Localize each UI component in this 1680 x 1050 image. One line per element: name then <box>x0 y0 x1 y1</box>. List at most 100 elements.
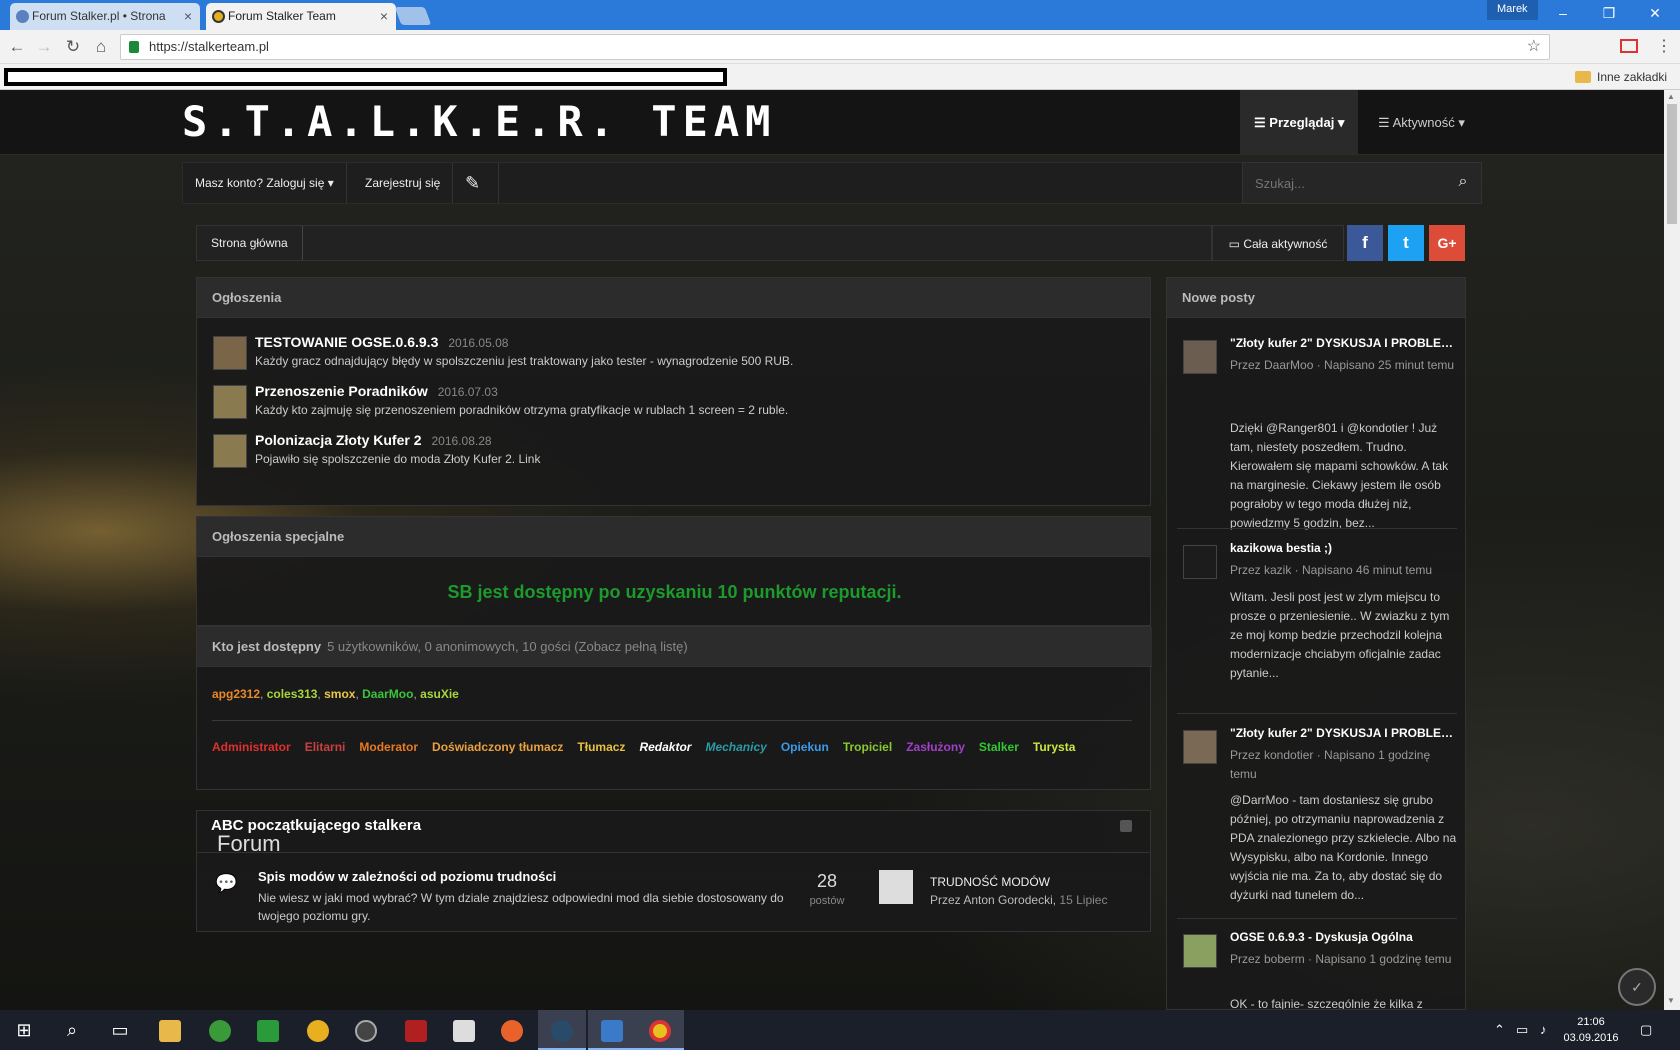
online-user-link[interactable]: apg2312 <box>212 687 260 701</box>
online-user-link[interactable]: asuXie <box>420 687 459 701</box>
tab-stalker-team[interactable]: Forum Stalker Team × <box>206 3 396 30</box>
url-text[interactable]: https://stalkerteam.pl <box>149 35 269 59</box>
group-legend-item: Tłumacz <box>577 740 626 754</box>
announcement-avatar[interactable] <box>213 385 247 419</box>
forum-name[interactable]: Spis modów w zależności od poziomu trudn… <box>258 869 556 884</box>
announcement-title-text: Polonizacja Złoty Kufer 2 <box>255 432 422 448</box>
bookmark-star-icon[interactable]: ☆ <box>1527 35 1541 59</box>
site-logo[interactable]: S.T.A.L.K.E.R. TEAM <box>182 98 776 146</box>
browser-menu-icon[interactable]: ⋮ <box>1656 36 1672 56</box>
redacted-bookmarks <box>4 68 727 86</box>
maximize-icon[interactable]: ❐ <box>1586 0 1632 26</box>
red-app-icon[interactable] <box>392 1010 440 1050</box>
nav-browse-label: Przeglądaj <box>1269 115 1335 130</box>
lock-icon <box>129 41 139 53</box>
chrome-icon[interactable] <box>636 1010 684 1050</box>
online-user-link[interactable]: coles313 <box>267 687 318 701</box>
video-editor-icon[interactable] <box>440 1010 488 1050</box>
online-user-list: apg2312, coles313, smox, DaarMoo, asuXie <box>212 687 459 701</box>
login-link[interactable]: Masz konto? Zaloguj się ▾ <box>183 163 347 203</box>
back-icon[interactable]: ← <box>6 36 28 58</box>
uplay-icon[interactable] <box>588 1010 636 1050</box>
post-meta: Przez kazik · Napisano 46 minut temu <box>1230 563 1433 577</box>
post-avatar[interactable] <box>1183 545 1217 579</box>
search-input[interactable] <box>1243 163 1443 203</box>
sixtyfour-app-icon[interactable] <box>244 1010 292 1050</box>
other-bookmarks-folder[interactable]: Inne zakładki <box>1575 68 1667 86</box>
announcement-title-text: TESTOWANIE OGSE.0.6.9.3 <box>255 334 439 350</box>
breadcrumb-home[interactable]: Strona główna <box>197 226 303 260</box>
yellow-app-icon[interactable] <box>294 1010 342 1050</box>
last-post-title[interactable]: TRUDNOŚĆ MODÓW <box>930 875 1050 889</box>
minimize-icon[interactable]: – <box>1540 0 1586 26</box>
scroll-down-icon[interactable]: ▼ <box>1667 996 1675 1005</box>
windows-start-icon[interactable]: ⊞ <box>0 1010 48 1050</box>
folder-label: Inne zakładki <box>1597 70 1668 84</box>
online-user-link[interactable]: smox <box>324 687 355 701</box>
group-legend-item: Doświadczony tłumacz <box>432 740 564 754</box>
category-collapse-icon[interactable] <box>1120 820 1132 832</box>
file-explorer-icon[interactable] <box>146 1010 194 1050</box>
twitter-share-button[interactable]: t <box>1388 225 1424 261</box>
post-title[interactable]: kazikowa bestia ;) <box>1230 541 1455 555</box>
google-plus-share-button[interactable]: G+ <box>1429 225 1465 261</box>
all-activity-button[interactable]: ▭ Cała aktywność <box>1212 225 1344 261</box>
post-avatar[interactable] <box>1183 934 1217 968</box>
task-view-icon[interactable]: ▭ <box>96 1010 144 1050</box>
orange-app-icon[interactable] <box>488 1010 536 1050</box>
home-icon[interactable]: ⌂ <box>90 36 112 58</box>
last-post-avatar[interactable] <box>879 870 913 904</box>
announcement-avatar[interactable] <box>213 434 247 468</box>
nav-activity[interactable]: ☰ Aktywność ▾ <box>1364 90 1479 155</box>
new-tab-button[interactable] <box>394 7 432 25</box>
announcement-avatar[interactable] <box>213 336 247 370</box>
facebook-share-button[interactable]: f <box>1347 225 1383 261</box>
forward-icon[interactable]: → <box>33 36 55 58</box>
tab-stalker-pl[interactable]: Forum Stalker.pl • Strona × <box>10 3 200 30</box>
post-avatar[interactable] <box>1183 340 1217 374</box>
scroll-up-icon[interactable]: ▲ <box>1667 92 1675 101</box>
search-icon[interactable]: ⌕ <box>1453 173 1473 193</box>
announcement-title[interactable]: Przenoszenie Poradników 2016.07.03 <box>255 383 498 399</box>
network-icon[interactable]: ▭ <box>1516 1010 1528 1050</box>
login-label: Masz konto? Zaloguj się <box>195 176 325 190</box>
close-icon[interactable]: ✕ <box>1632 0 1678 26</box>
tray-overflow-icon[interactable]: ⌃ <box>1494 1010 1505 1050</box>
announcement-title[interactable]: TESTOWANIE OGSE.0.6.9.3 2016.05.08 <box>255 334 508 350</box>
utorrent-icon[interactable] <box>196 1010 244 1050</box>
volume-icon[interactable]: ♪ <box>1540 1010 1547 1050</box>
gmail-extension-icon[interactable] <box>1620 39 1638 53</box>
address-bar[interactable]: https://stalkerteam.pl ☆ <box>120 34 1550 60</box>
chat-bubbles-icon: 💬 <box>215 873 238 893</box>
system-clock[interactable]: 21:06 03.09.2016 <box>1556 1014 1626 1046</box>
nav-activity-label: Aktywność <box>1392 115 1455 130</box>
new-posts-title: Nowe posty <box>1167 278 1465 318</box>
tab-close-icon[interactable]: × <box>380 3 388 30</box>
shield-check-icon[interactable]: ✓ <box>1618 968 1656 1006</box>
post-avatar[interactable] <box>1183 730 1217 764</box>
announcement-title[interactable]: Polonizacja Złoty Kufer 2 2016.08.28 <box>255 432 492 448</box>
group-legend-item: Redaktor <box>639 740 692 754</box>
post-meta: Przez DaarMoo · Napisano 25 minut temu <box>1230 358 1455 372</box>
nav-browse[interactable]: ☰ Przeglądaj ▾ <box>1240 90 1359 155</box>
register-link[interactable]: Zarejestruj się <box>353 163 454 203</box>
notifications-icon[interactable]: ▢ <box>1640 1010 1652 1050</box>
browser-profile-chip[interactable]: Marek <box>1487 0 1538 20</box>
theme-brush-icon[interactable]: ✎ <box>453 163 499 203</box>
steam-icon[interactable] <box>538 1010 586 1050</box>
post-title[interactable]: OGSE 0.6.9.3 - Dyskusja Ogólna <box>1230 930 1455 944</box>
search-icon[interactable]: ⌕ <box>48 1010 96 1050</box>
browser-titlebar: Forum Stalker.pl • Strona × Forum Stalke… <box>0 0 1680 30</box>
last-post-author[interactable]: Przez Anton Gorodecki, <box>930 893 1056 907</box>
online-users-summary[interactable]: 5 użytkowników, 0 anonimowych, 10 gości … <box>327 639 688 654</box>
dark-app-icon[interactable] <box>342 1010 390 1050</box>
post-title[interactable]: "Złoty kufer 2" DYSKUSJA I PROBLEMY <box>1230 726 1455 740</box>
reload-icon[interactable]: ↻ <box>62 36 84 58</box>
page-scrollbar[interactable]: ▲ ▼ <box>1664 90 1680 1010</box>
category-title[interactable]: ABC początkującego stalkera <box>211 817 421 834</box>
tab-close-icon[interactable]: × <box>184 3 192 30</box>
announcement-date: 2016.07.03 <box>437 385 498 399</box>
scrollbar-thumb[interactable] <box>1667 104 1677 224</box>
online-user-link[interactable]: DaarMoo <box>362 687 413 701</box>
post-title[interactable]: "Złoty kufer 2" DYSKUSJA I PROBLEMY <box>1230 336 1455 350</box>
